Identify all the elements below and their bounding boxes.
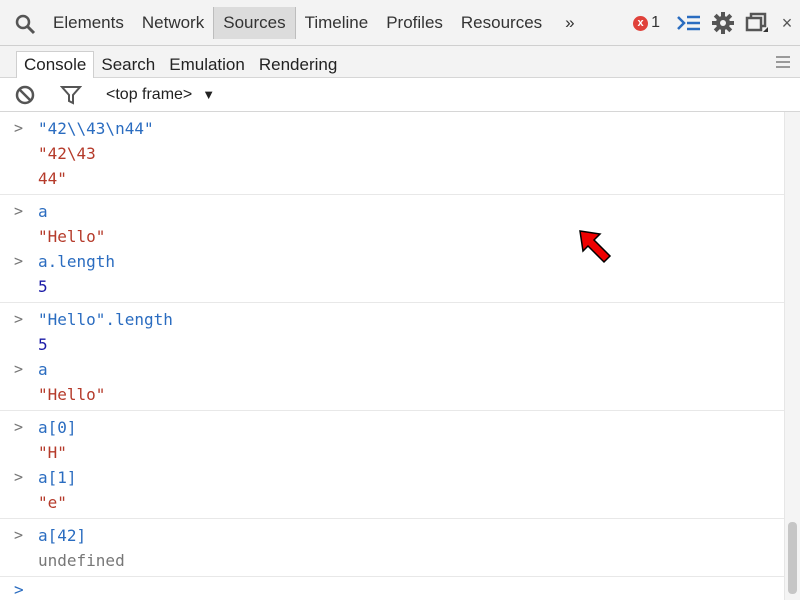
tab-resources[interactable]: Resources <box>452 7 551 39</box>
prompt-icon: > <box>14 360 24 378</box>
tab-search[interactable]: Search <box>94 52 162 78</box>
console-entry: > a[0] "H" > a[1] "e" <box>0 411 784 519</box>
console-entry: > a[42] undefined <box>0 519 784 577</box>
filter-icon[interactable] <box>60 84 82 106</box>
drawer-tabs: Console Search Emulation Rendering <box>0 46 800 78</box>
console-drawer-button[interactable] <box>672 6 706 40</box>
console-filter-bar: <top frame> ▼ <box>0 78 800 112</box>
more-tabs-button[interactable]: » <box>565 13 574 33</box>
toolbar-right-controls: x 1 × <box>633 0 800 46</box>
console-drawer-icon <box>677 15 700 31</box>
panel-tabs: Elements Network Sources Timeline Profil… <box>44 0 575 46</box>
console-input: "42\\43\n44" <box>38 119 154 138</box>
console-input: a[0] <box>38 418 77 437</box>
gear-icon <box>712 12 734 34</box>
console-input: a[42] <box>38 526 87 545</box>
frame-selector[interactable]: <top frame> ▼ <box>106 86 215 104</box>
scrollbar-thumb[interactable] <box>788 522 797 594</box>
settings-button[interactable] <box>706 6 740 40</box>
prompt-icon: > <box>14 418 24 436</box>
tab-console[interactable]: Console <box>16 51 95 78</box>
close-button[interactable]: × <box>774 13 800 34</box>
dock-button[interactable] <box>740 6 774 40</box>
prompt-icon: > <box>14 310 24 328</box>
prompt-icon: > <box>14 468 24 486</box>
error-icon: x <box>633 15 649 31</box>
console-input: "Hello".length <box>38 310 173 329</box>
prompt-icon: > <box>14 526 24 544</box>
dock-side-icon <box>745 12 768 32</box>
error-counter[interactable]: x 1 <box>633 14 660 32</box>
prompt-icon: > <box>14 202 24 220</box>
prompt-icon: > <box>14 119 24 137</box>
console-output: "42\43 <box>38 144 96 163</box>
console-input: a <box>38 202 48 221</box>
prompt-icon: > <box>14 252 24 270</box>
error-count: 1 <box>651 14 660 31</box>
console-output: "H" <box>38 443 67 462</box>
search-icon[interactable] <box>14 13 36 35</box>
clear-console-icon[interactable] <box>14 84 36 106</box>
console-entry: > a "Hello" > a.length 5 <box>0 195 784 303</box>
console-output: "Hello" <box>38 385 106 404</box>
tab-elements[interactable]: Elements <box>44 7 133 39</box>
drawer-menu-icon[interactable] <box>776 56 790 71</box>
mouse-pointer-icon <box>579 230 612 264</box>
console-output: 5 <box>38 335 48 354</box>
dropdown-arrow-icon: ▼ <box>202 87 216 102</box>
tab-timeline[interactable]: Timeline <box>296 7 378 39</box>
console-scrollbar[interactable] <box>784 112 800 600</box>
console-output: "e" <box>38 493 67 512</box>
console-input: a.length <box>38 252 116 271</box>
console-prompt-input[interactable]: > <box>0 577 784 600</box>
tab-emulation[interactable]: Emulation <box>162 52 252 78</box>
console-output: "Hello" <box>38 227 106 246</box>
console-output: undefined <box>38 551 125 570</box>
tab-profiles[interactable]: Profiles <box>377 7 452 39</box>
tab-rendering[interactable]: Rendering <box>252 52 344 78</box>
frame-selector-label: <top frame> <box>106 85 193 103</box>
console-entry: > "Hello".length 5 > a "Hello" <box>0 303 784 411</box>
prompt-icon: > <box>14 580 24 599</box>
console-entry: > "42\\43\n44" "42\43 44" <box>0 112 784 195</box>
console-input: a <box>38 360 48 379</box>
console-output: 44" <box>38 169 67 188</box>
console-output: 5 <box>38 277 48 296</box>
console-messages[interactable]: > "42\\43\n44" "42\43 44" > a "Hello" > a.l… <box>0 112 784 600</box>
devtools-toolbar: Elements Network Sources Timeline Profil… <box>0 0 800 46</box>
console-input: a[1] <box>38 468 77 487</box>
tab-sources[interactable]: Sources <box>213 7 296 39</box>
tab-network[interactable]: Network <box>133 7 213 39</box>
